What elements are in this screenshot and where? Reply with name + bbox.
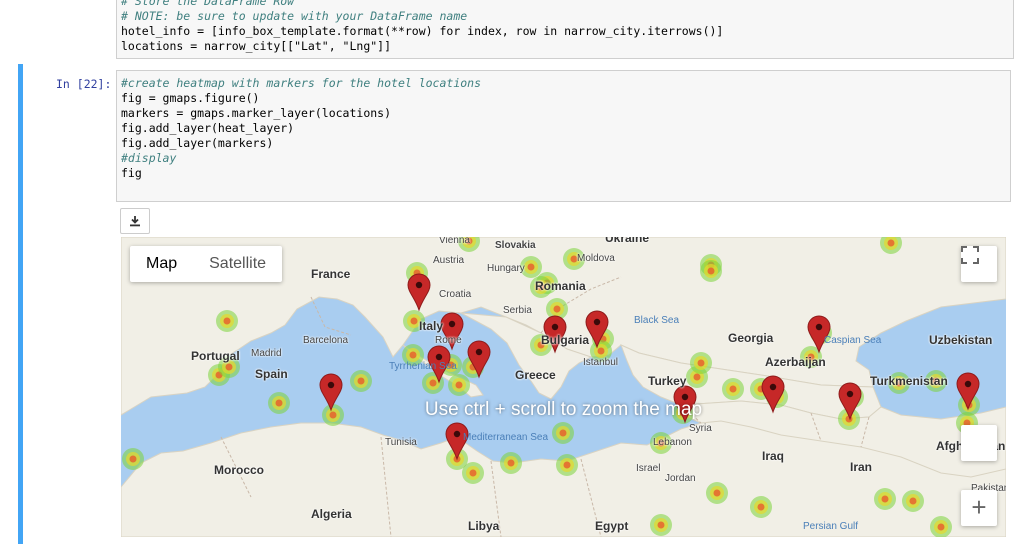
heat-blob: [552, 422, 574, 444]
heat-blob: [500, 452, 522, 474]
fullscreen-icon: [961, 246, 979, 264]
place-label: Istanbul: [583, 357, 619, 368]
code-line: locations = narrow_city[["Lat", "Lng"]]: [121, 39, 392, 53]
place-label: Bulgaria: [541, 333, 590, 347]
place-label: Romania: [535, 279, 586, 293]
place-label: Greece: [515, 368, 556, 382]
code-line: hotel_info = [info_box_template.format(*…: [121, 24, 724, 38]
input-prompt: In [22]:: [56, 77, 112, 91]
cell-selection-bar: [18, 64, 23, 544]
place-label: Spain: [255, 367, 288, 381]
heat-blob: [706, 482, 728, 504]
place-label: Israel: [636, 463, 661, 474]
heat-blob: [722, 378, 744, 400]
place-label: Morocco: [214, 463, 265, 477]
place-label: Mediterranean Sea: [463, 432, 549, 443]
place-label: Vienna: [439, 237, 470, 246]
place-label: Azerbaijan: [765, 355, 826, 369]
place-label: Austria: [433, 255, 465, 266]
place-label: Jordan: [665, 473, 696, 484]
code-line: fig.add_layer(heat_layer): [121, 121, 295, 135]
place-label: Ukraine: [605, 237, 650, 245]
heat-blob: [700, 260, 722, 282]
place-label: Uzbekistan: [929, 333, 993, 347]
heat-blob: [750, 496, 772, 518]
place-label: Syria: [689, 423, 712, 434]
heat-blob: [350, 370, 372, 392]
place-label: Egypt: [595, 519, 629, 533]
map-widget[interactable]: Ukraine Slovakia Vienna Austria Hungary …: [121, 237, 1006, 537]
zoom-in-button[interactable]: +: [961, 490, 997, 526]
place-label: Persian Gulf: [803, 521, 859, 532]
place-label: Tunisia: [385, 437, 417, 448]
place-label: Portugal: [191, 349, 240, 363]
place-label: Georgia: [728, 331, 774, 345]
map-type-map-button[interactable]: Map: [130, 246, 193, 282]
place-label: Barcelona: [303, 335, 349, 346]
code-line: # NOTE: be sure to update with your Data…: [121, 9, 468, 23]
fullscreen-button[interactable]: [961, 246, 997, 282]
place-label: Lebanon: [653, 437, 692, 448]
place-label: Libya: [468, 519, 500, 533]
place-label: Algeria: [311, 507, 352, 521]
place-label: Serbia: [503, 305, 532, 316]
heat-blob: [462, 462, 484, 484]
heat-blob: [874, 488, 896, 510]
previous-code[interactable]: # Store the DataFrame Row # NOTE: be sur…: [121, 0, 723, 54]
place-label: Slovakia: [495, 240, 536, 251]
heat-blob: [690, 352, 712, 374]
code-text[interactable]: #create heatmap with markers for the hot…: [121, 76, 481, 181]
place-label: Tyrrhenian Sea: [389, 361, 457, 372]
code-editor[interactable]: #create heatmap with markers for the hot…: [116, 70, 1011, 202]
place-label: Moldova: [577, 253, 615, 264]
map-type-control[interactable]: Map Satellite: [130, 246, 283, 282]
code-line: markers = gmaps.marker_layer(locations): [121, 106, 392, 120]
previous-code-cell[interactable]: # Store the DataFrame Row # NOTE: be sur…: [116, 0, 1014, 59]
code-line: # Store the DataFrame Row: [121, 0, 295, 8]
place-label: Iraq: [762, 449, 785, 463]
place-label: Iran: [850, 460, 873, 474]
heat-blob: [216, 310, 238, 332]
download-icon: [130, 216, 140, 227]
code-line: #display: [121, 151, 177, 165]
place-label: Rome: [435, 335, 462, 346]
zoom-hint-overlay: Use ctrl + scroll to zoom the map: [424, 399, 703, 420]
place-label: Madrid: [251, 348, 282, 359]
place-label: France: [311, 267, 351, 281]
heat-blob: [930, 516, 952, 537]
heat-blob: [122, 448, 144, 470]
download-button[interactable]: [120, 208, 150, 234]
place-label: Caspian Sea: [824, 335, 882, 346]
place-label: Turkmenistan: [870, 374, 948, 388]
place-label: Italy: [419, 319, 444, 333]
place-label: Black Sea: [634, 315, 680, 326]
street-view-button[interactable]: [961, 425, 997, 461]
map-type-satellite-button[interactable]: Satellite: [193, 246, 282, 282]
code-line: fig.add_layer(markers): [121, 136, 274, 150]
heat-blob: [556, 454, 578, 476]
code-line: fig: [121, 166, 142, 180]
code-line: #create heatmap with markers for the hot…: [121, 76, 482, 90]
heat-blob: [902, 490, 924, 512]
place-label: Croatia: [439, 289, 472, 300]
place-label: Turkey: [648, 374, 687, 388]
place-label: Hungary: [487, 263, 525, 274]
code-line: fig = gmaps.figure(): [121, 91, 260, 105]
heat-blob: [448, 374, 470, 396]
